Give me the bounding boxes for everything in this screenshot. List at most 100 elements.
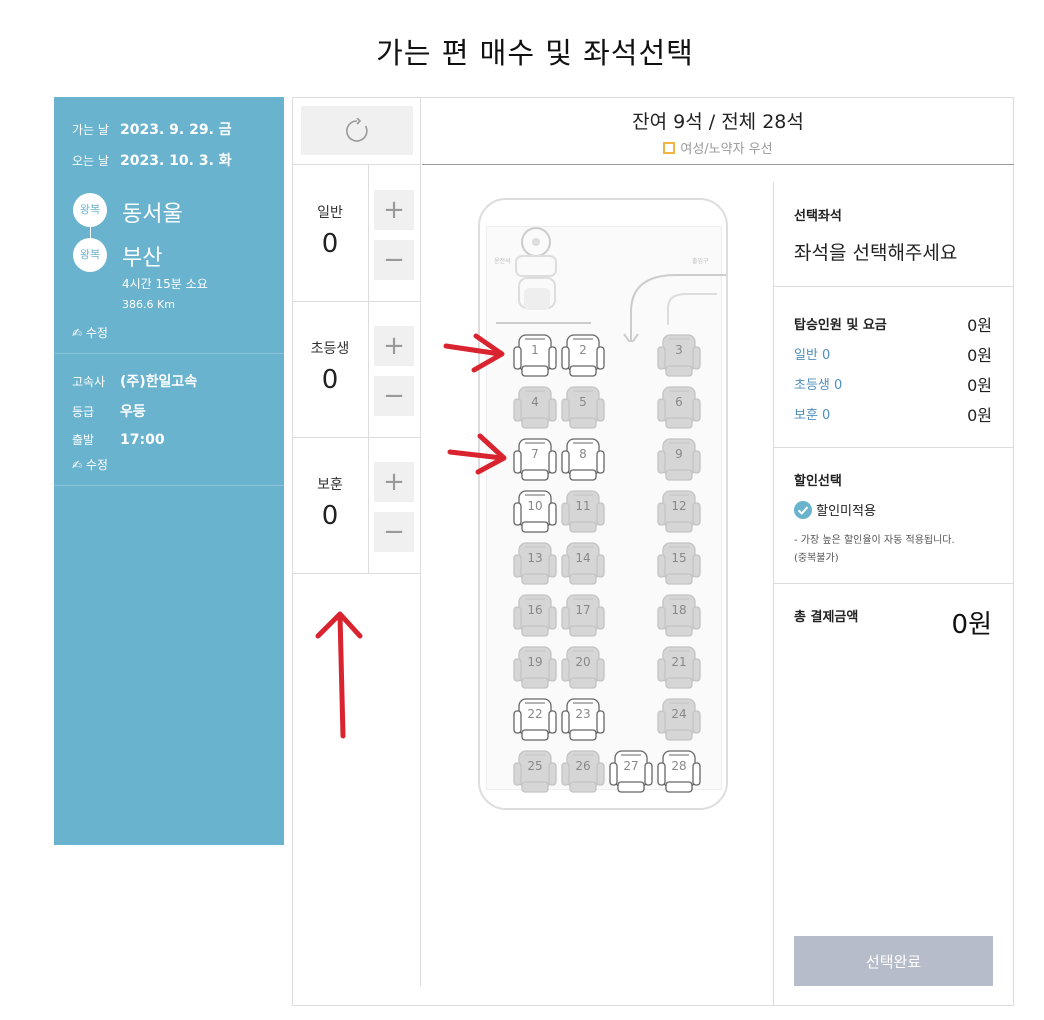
priority-legend-icon	[663, 142, 676, 154]
page-title: 가는 편 매수 및 좌석선택	[376, 36, 694, 70]
decrease-general-button[interactable]: −	[374, 240, 414, 280]
seat-number: 21	[671, 655, 687, 669]
seat-number: 24	[671, 707, 687, 721]
depart-time-value: 17:00	[120, 432, 165, 448]
check-circle-icon	[794, 501, 812, 519]
discount-option[interactable]: 할인미적용	[794, 500, 876, 519]
seat-available[interactable]: 10	[513, 489, 557, 535]
seat-number: 9	[675, 447, 683, 461]
discount-note-2: (중복불가)	[794, 553, 839, 564]
seat-available[interactable]: 27	[609, 749, 653, 795]
seat-number: 4	[531, 395, 539, 409]
seat-number: 18	[671, 603, 687, 617]
seat-reserved: 13	[513, 541, 557, 587]
increase-veteran-button[interactable]: +	[374, 462, 414, 502]
seat-reserved: 19	[513, 645, 557, 691]
counter-row-divider	[292, 573, 420, 574]
refresh-button[interactable]	[301, 106, 413, 155]
depart-time-row: 출발 17:00	[72, 431, 165, 448]
passenger-type-general: 일반	[317, 205, 343, 221]
depart-date-label: 가는 날	[72, 123, 109, 137]
counter-row-divider	[292, 437, 420, 438]
seat-number: 8	[579, 447, 587, 461]
company-label: 고속사	[72, 375, 106, 389]
seat-number: 27	[623, 759, 639, 773]
seat-number: 23	[575, 707, 591, 721]
seat-number: 11	[575, 499, 591, 513]
decrease-veteran-button[interactable]: −	[374, 512, 414, 552]
passenger-type-child: 초등생	[310, 341, 350, 357]
company-value: (주)한일고속	[120, 374, 198, 390]
increase-general-button[interactable]: +	[374, 190, 414, 230]
seat-reserved: 14	[561, 541, 605, 587]
seat-reserved: 18	[657, 593, 701, 639]
seat-available[interactable]: 22	[513, 697, 557, 743]
minus-icon: −	[383, 381, 405, 411]
seat-available[interactable]: 1	[513, 333, 557, 379]
passenger-count-general: 0	[321, 229, 339, 259]
seat-number: 3	[675, 343, 683, 357]
seat-available[interactable]: 2	[561, 333, 605, 379]
return-date-row: 오는 날 2023. 10. 3. 화	[72, 150, 232, 170]
seat-reserved: 9	[657, 437, 701, 483]
door-arrow-icon	[623, 274, 726, 342]
seat-number: 22	[527, 707, 543, 721]
seat-reserved: 26	[561, 749, 605, 795]
edit-schedule-link[interactable]: ✍ 수정	[72, 456, 108, 473]
increase-child-button[interactable]: +	[374, 326, 414, 366]
discount-note: - 가장 높은 할인율이 자동 적용됩니다.	[794, 535, 955, 546]
seat-reserved: 3	[657, 333, 701, 379]
fare-veteran-amount: 0원	[967, 406, 992, 425]
fare-veteran-name: 보훈 0	[794, 408, 831, 423]
total-title: 총 결제금액	[794, 610, 859, 625]
counter-row-divider	[292, 301, 420, 302]
discount-title: 할인선택	[794, 474, 842, 489]
seat-available[interactable]: 23	[561, 697, 605, 743]
company-row: 고속사 (주)한일고속	[72, 371, 197, 391]
passenger-type-veteran: 보훈	[317, 477, 343, 493]
fare-general-amount: 0원	[967, 346, 992, 365]
seat-reserved: 4	[513, 385, 557, 431]
total-amount: 0원	[951, 610, 992, 640]
right-panel-line	[773, 447, 1014, 448]
driver-seat-icon	[515, 227, 557, 310]
bus-front-area	[496, 227, 726, 342]
seat-number: 16	[527, 603, 543, 617]
edit-route-label: 수정	[85, 326, 108, 340]
seat-number: 13	[527, 551, 543, 565]
priority-legend-label: 여성/노약자 우선	[680, 142, 773, 157]
seat-reserved: 20	[561, 645, 605, 691]
seat-reserved: 24	[657, 697, 701, 743]
confirm-selection-button[interactable]: 선택완료	[794, 936, 993, 986]
seat-available[interactable]: 8	[561, 437, 605, 483]
annotation-arrow-icon	[315, 611, 363, 739]
edit-route-link[interactable]: ✍ 수정	[72, 324, 108, 341]
fare-child-name: 초등생 0	[794, 378, 843, 393]
right-panel-line	[773, 286, 1014, 287]
remaining-seats-summary: 잔여 9석 / 전체 28석	[632, 111, 804, 133]
passenger-count-child: 0	[321, 365, 339, 395]
fare-child-amount: 0원	[967, 376, 992, 395]
seat-number: 10	[527, 499, 543, 513]
seat-reserved: 17	[561, 593, 605, 639]
fare-general-name: 일반 0	[794, 348, 831, 363]
trip-info-panel: 가는 날 2023. 9. 29. 금 오는 날 2023. 10. 3. 화 왕복…	[54, 97, 284, 845]
seat-number: 12	[671, 499, 687, 513]
door-label: 출입구	[692, 258, 709, 265]
passenger-count-veteran: 0	[321, 501, 339, 531]
summary-underline	[422, 164, 1014, 165]
decrease-child-button[interactable]: −	[374, 376, 414, 416]
return-date-label: 오는 날	[72, 154, 109, 168]
driver-partition	[496, 322, 591, 324]
seat-number: 14	[575, 551, 591, 565]
selected-seats-title: 선택좌석	[794, 209, 842, 224]
trip-duration: 4시간 15분 소요	[122, 277, 208, 291]
refresh-icon	[346, 117, 368, 142]
to-city: 부산	[122, 246, 163, 271]
info-divider-2	[54, 485, 284, 486]
seat-reserved: 12	[657, 489, 701, 535]
seat-available[interactable]: 7	[513, 437, 557, 483]
seat-number: 28	[671, 759, 687, 773]
seat-reserved: 21	[657, 645, 701, 691]
seat-available[interactable]: 28	[657, 749, 701, 795]
